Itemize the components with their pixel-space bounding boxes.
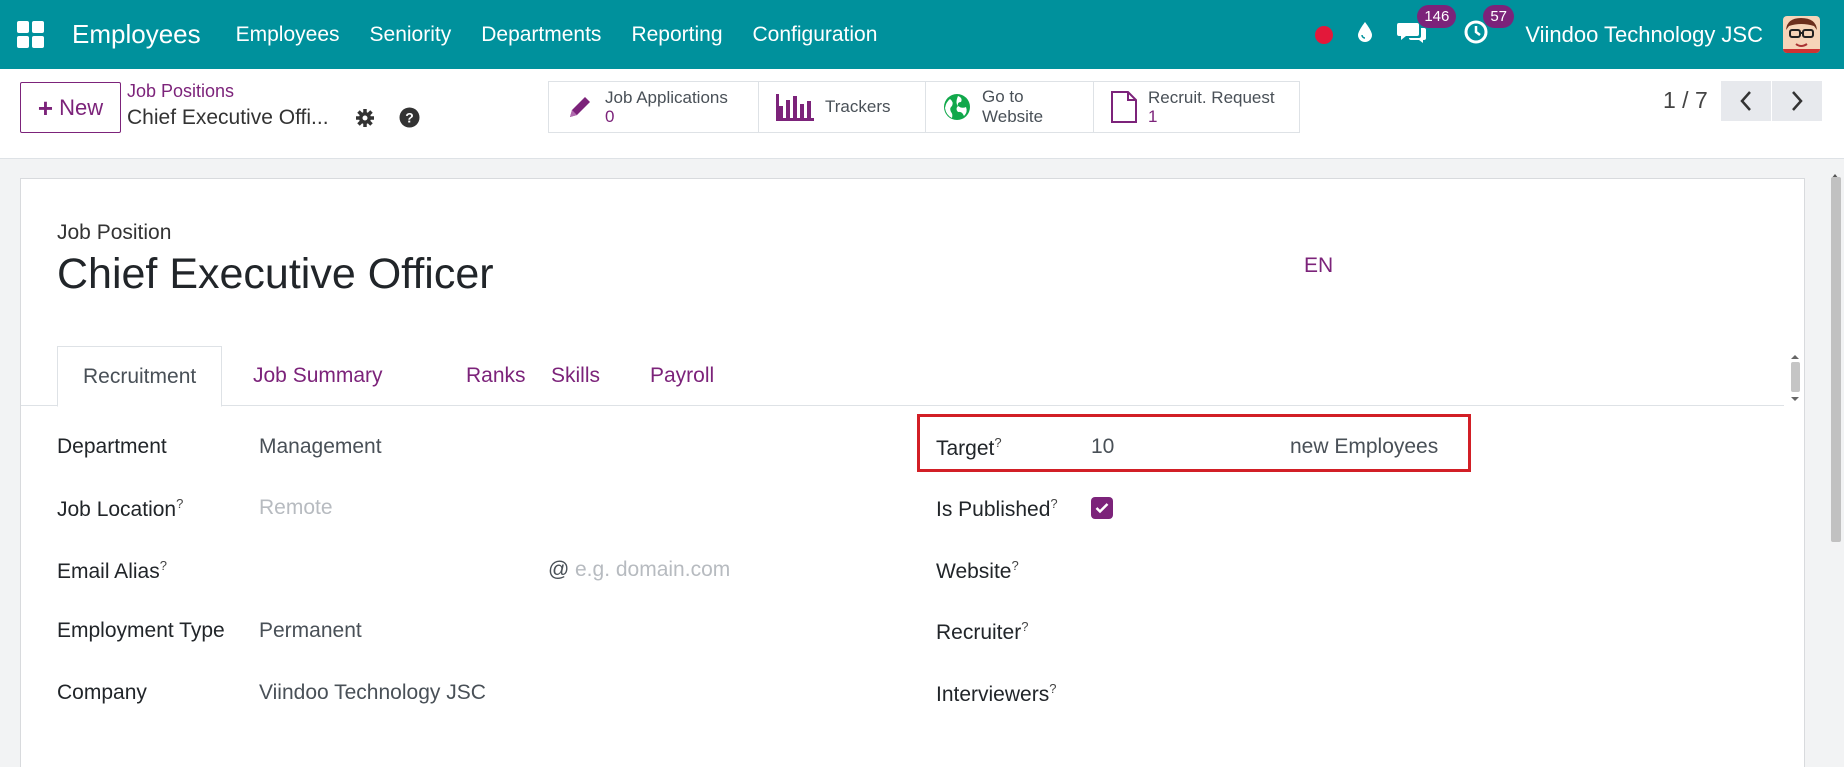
smart-buttons: Job Applications 0 Trackers Go to Websit… xyxy=(548,81,1300,133)
pager-next-button[interactable] xyxy=(1772,81,1822,121)
job-title-field[interactable]: Chief Executive Officer xyxy=(57,250,494,299)
recruiter-label: Recruiter? xyxy=(936,619,1029,644)
recruit-request-button[interactable]: Recruit. Request 1 xyxy=(1094,82,1299,132)
employment-type-label: Employment Type xyxy=(57,619,225,642)
chevron-left-icon xyxy=(1740,91,1751,111)
menu-departments[interactable]: Departments xyxy=(481,23,601,47)
menu-configuration[interactable]: Configuration xyxy=(753,23,878,47)
form-sheet: Job Position Chief Executive Officer EN … xyxy=(20,178,1805,767)
email-alias-label: Email Alias? xyxy=(57,558,167,583)
window-scrollbar-thumb[interactable] xyxy=(1831,177,1841,542)
job-applications-label: Job Applications xyxy=(605,88,728,107)
control-panel: + New Job Positions Chief Executive Offi… xyxy=(0,69,1844,159)
company-switcher[interactable]: Viindoo Technology JSC xyxy=(1525,22,1763,48)
is-published-checkbox[interactable] xyxy=(1091,497,1113,519)
app-title[interactable]: Employees xyxy=(72,19,201,50)
department-field[interactable]: Management xyxy=(259,435,382,459)
user-avatar[interactable] xyxy=(1783,16,1820,53)
menu-employees[interactable]: Employees xyxy=(236,23,340,47)
activities-badge: 57 xyxy=(1483,5,1514,28)
menu-seniority[interactable]: Seniority xyxy=(370,23,452,47)
globe-icon xyxy=(942,92,972,122)
tab-recruitment[interactable]: Recruitment xyxy=(57,346,223,407)
website-label: Website? xyxy=(936,558,1019,583)
chevron-right-icon xyxy=(1792,91,1803,111)
website-label: Website xyxy=(982,107,1044,126)
company-label: Company xyxy=(57,681,147,704)
employment-type-field[interactable]: Permanent xyxy=(259,619,362,643)
pager-previous-button[interactable] xyxy=(1721,81,1771,121)
svg-text:?: ? xyxy=(405,110,414,126)
target-field[interactable]: 10 xyxy=(1091,435,1114,459)
plus-icon: + xyxy=(37,92,54,123)
job-position-label: Job Position xyxy=(57,221,172,244)
help-icon[interactable]: ? xyxy=(399,107,420,133)
tab-payroll[interactable]: Payroll xyxy=(625,346,739,406)
job-applications-button[interactable]: Job Applications 0 xyxy=(549,82,759,132)
job-applications-count: 0 xyxy=(605,107,615,126)
menu-reporting[interactable]: Reporting xyxy=(631,23,722,47)
recruit-request-label: Recruit. Request xyxy=(1148,88,1275,107)
gear-icon[interactable] xyxy=(355,108,375,133)
email-alias-at: @ xyxy=(548,558,570,581)
activities-button[interactable]: 57 xyxy=(1463,5,1514,50)
language-button[interactable]: EN xyxy=(1304,254,1333,278)
messages-badge: 146 xyxy=(1417,5,1457,28)
email-domain-field[interactable]: e.g. domain.com xyxy=(575,558,730,582)
check-icon xyxy=(1095,503,1109,514)
job-location-field[interactable]: Remote xyxy=(259,496,333,520)
breadcrumb-current: Chief Executive Offi... xyxy=(127,106,329,129)
interviewers-label: Interviewers? xyxy=(936,681,1057,706)
company-field[interactable]: Viindoo Technology JSC xyxy=(259,681,486,705)
trackers-button[interactable]: Trackers xyxy=(759,82,926,132)
trackers-label: Trackers xyxy=(825,97,891,116)
form-tabs: Recruitment Job Summary Ranks Skills Pay… xyxy=(21,346,1784,407)
target-label: Target? xyxy=(936,435,1002,460)
pencil-icon xyxy=(565,92,595,122)
apps-menu-icon[interactable] xyxy=(17,20,45,49)
job-location-label: Job Location? xyxy=(57,496,184,521)
top-navbar: Employees Employees Seniority Department… xyxy=(0,0,1844,69)
pager-value[interactable]: 1 / 7 xyxy=(1663,87,1708,114)
department-label: Department xyxy=(57,435,167,458)
recruit-request-count: 1 xyxy=(1148,107,1158,126)
record-icon[interactable] xyxy=(1315,25,1334,44)
is-published-label: Is Published? xyxy=(936,496,1058,521)
tab-skills[interactable]: Skills xyxy=(526,346,625,406)
target-suffix: new Employees xyxy=(1290,435,1439,458)
breadcrumb-job-positions[interactable]: Job Positions xyxy=(127,81,234,102)
bar-chart-icon xyxy=(775,92,815,122)
go-to-website-button[interactable]: Go to Website xyxy=(926,82,1094,132)
messages-button[interactable]: 146 xyxy=(1397,5,1457,50)
go-to-label: Go to xyxy=(982,87,1024,106)
tabs-scrollbar-thumb[interactable] xyxy=(1791,362,1800,392)
file-icon xyxy=(1110,90,1138,124)
tab-job-summary[interactable]: Job Summary xyxy=(228,346,408,406)
new-button[interactable]: + New xyxy=(20,82,121,133)
new-button-label: New xyxy=(59,94,104,120)
drop-icon[interactable] xyxy=(1357,21,1373,48)
